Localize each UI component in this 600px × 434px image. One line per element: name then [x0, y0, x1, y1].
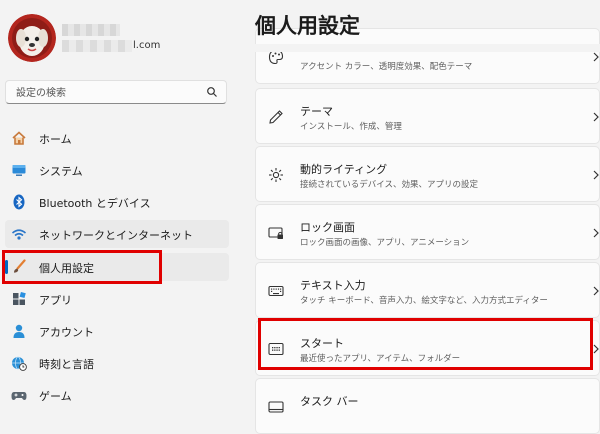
- apps-icon: [13, 291, 26, 305]
- chevron-right-icon: [593, 286, 599, 296]
- sidebar-item-time-language[interactable]: 時刻と言語: [5, 349, 229, 377]
- sidebar-item-label: システム: [39, 165, 83, 178]
- globe-clock-icon: [12, 356, 27, 371]
- sidebar-item-system[interactable]: システム: [5, 156, 229, 184]
- gamepad-icon: [11, 392, 27, 400]
- start-menu-icon: [268, 342, 284, 356]
- card-title: ロック画面: [300, 221, 355, 234]
- wifi-icon: [11, 229, 27, 240]
- card-subtitle: インストール、作成、管理: [300, 122, 402, 132]
- sidebar-item-home[interactable]: ホーム: [5, 124, 229, 152]
- sidebar-item-label: アプリ: [39, 294, 72, 307]
- chevron-right-icon: [593, 228, 599, 238]
- sidebar-item-label: 個人用設定: [39, 262, 94, 275]
- card-subtitle: アクセント カラー、透明度効果、配色テーマ: [300, 62, 473, 72]
- sun-icon: [269, 168, 283, 182]
- sidebar-item-network[interactable]: ネットワークとインターネット: [5, 220, 229, 248]
- chevron-right-icon: [593, 52, 599, 62]
- account-name-redacted: [62, 24, 120, 36]
- card-text-input[interactable]: テキスト入力 タッチ キーボード、音声入力、絵文字など、入力方式エディター: [255, 262, 600, 318]
- home-icon: [12, 131, 26, 145]
- card-title: 動的ライティング: [300, 163, 388, 176]
- sidebar-item-apps[interactable]: アプリ: [5, 285, 229, 313]
- chevron-right-icon: [593, 170, 599, 180]
- sidebar-item-personalization[interactable]: 個人用設定: [5, 253, 229, 281]
- sidebar-item-label: ホーム: [39, 133, 72, 146]
- brush-icon: [14, 259, 26, 273]
- card-subtitle: タッチ キーボード、音声入力、絵文字など、入力方式エディター: [300, 296, 548, 306]
- card-themes[interactable]: テーマ インストール、作成、管理: [255, 88, 600, 144]
- account-email-suffix: l.com: [133, 40, 161, 51]
- settings-search-box[interactable]: [5, 80, 227, 104]
- sidebar-item-bluetooth-devices[interactable]: Bluetooth とデバイス: [5, 188, 229, 216]
- card-taskbar[interactable]: タスク バー: [255, 378, 600, 434]
- sidebar-item-label: ゲーム: [39, 390, 72, 403]
- selected-indicator: [5, 260, 8, 274]
- sidebar-item-gaming[interactable]: ゲーム: [5, 381, 229, 409]
- sidebar-item-label: 時刻と言語: [39, 358, 94, 371]
- card-lock-screen[interactable]: ロック画面 ロック画面の画像、アプリ、アニメーション: [255, 204, 600, 260]
- taskbar-icon: [268, 401, 284, 413]
- monitor-icon: [12, 165, 26, 176]
- chevron-right-icon: [593, 112, 599, 122]
- card-title: テーマ: [300, 105, 333, 118]
- avatar[interactable]: [8, 14, 56, 62]
- scroll-clip: [255, 44, 600, 52]
- card-title: スタート: [300, 337, 344, 350]
- sidebar-item-label: ネットワークとインターネット: [39, 229, 193, 242]
- bluetooth-icon: [13, 194, 25, 210]
- keyboard-icon: [268, 285, 284, 297]
- card-subtitle: 接続されているデバイス、効果、アプリの設定: [300, 180, 478, 190]
- person-icon: [13, 324, 25, 338]
- pen-icon: [269, 110, 283, 124]
- sidebar-item-label: Bluetooth とデバイス: [39, 197, 151, 210]
- card-subtitle: ロック画面の画像、アプリ、アニメーション: [300, 238, 470, 248]
- account-email-redacted: [62, 40, 132, 52]
- search-icon[interactable]: [206, 86, 218, 98]
- chevron-right-icon: [593, 344, 599, 354]
- sidebar-item-label: アカウント: [39, 326, 94, 339]
- card-dynamic-lighting[interactable]: 動的ライティング 接続されているデバイス、効果、アプリの設定: [255, 146, 600, 202]
- card-start[interactable]: スタート 最近使ったアプリ、アイテム、フォルダー: [255, 320, 600, 376]
- card-title: テキスト入力: [300, 279, 366, 292]
- card-subtitle: 最近使ったアプリ、アイテム、フォルダー: [300, 354, 461, 364]
- lock-screen-icon: [268, 227, 283, 239]
- sidebar-item-accounts[interactable]: アカウント: [5, 317, 229, 345]
- search-input[interactable]: [14, 85, 208, 101]
- page-title: 個人用設定: [255, 14, 360, 38]
